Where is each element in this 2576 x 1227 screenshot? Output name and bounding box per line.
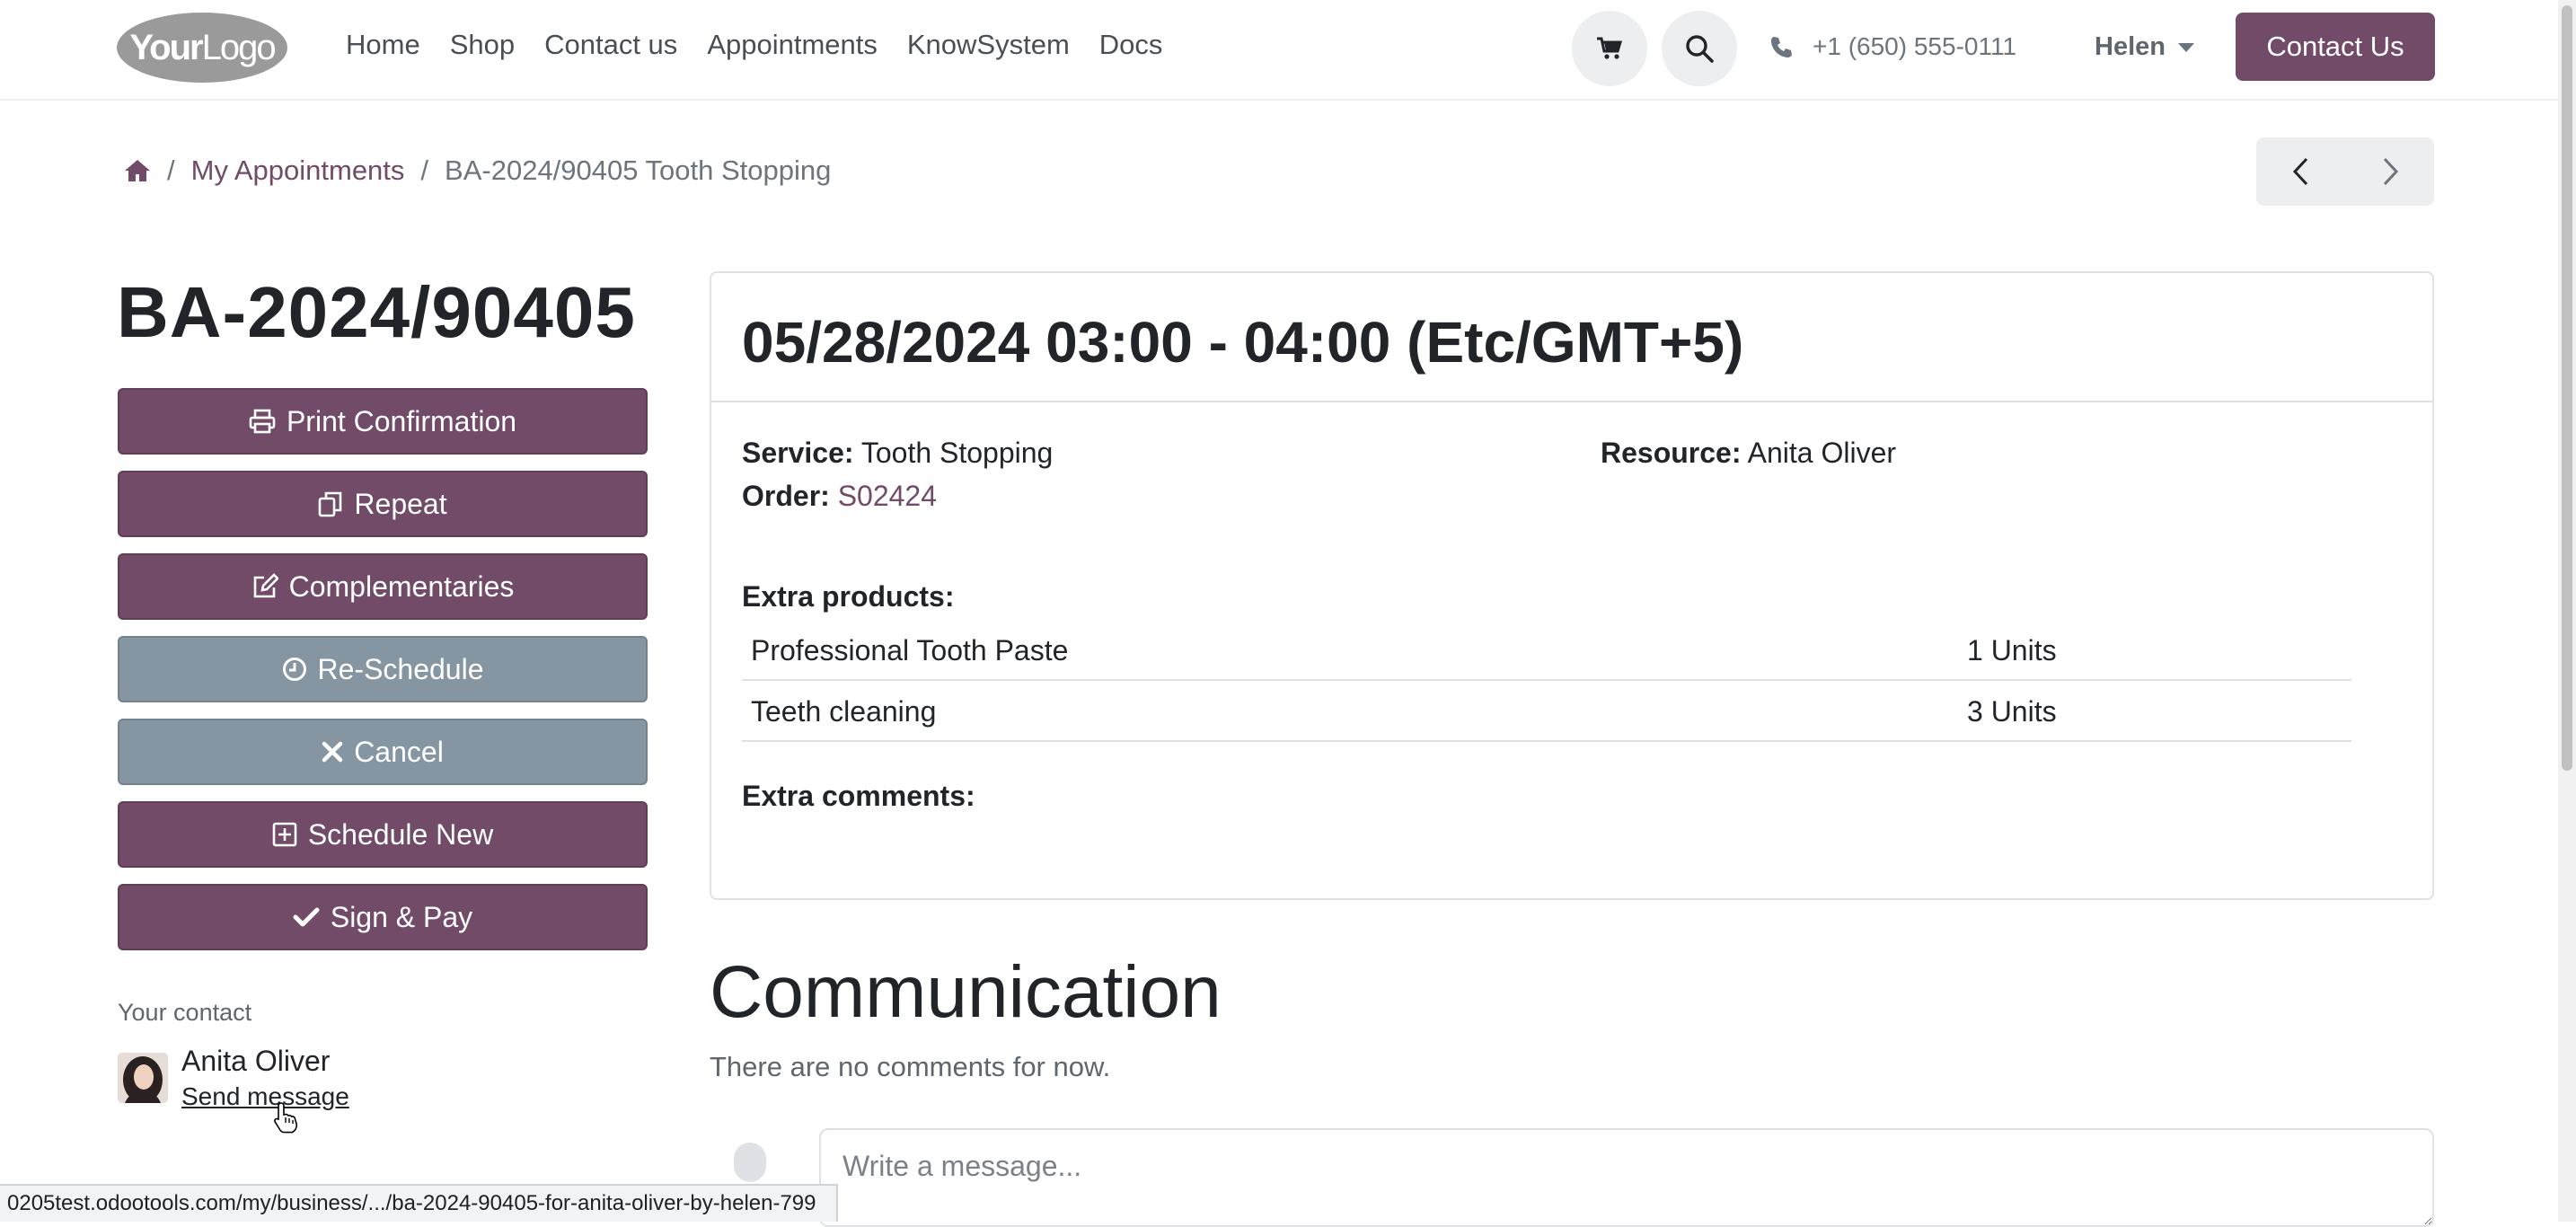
cancel-button[interactable]: Cancel [118,719,648,785]
contact-name: Anita Oliver [181,1045,331,1077]
product-name: Teeth cleaning [751,695,937,728]
schedule-new-button[interactable]: Schedule New [118,801,648,868]
print-icon [249,409,276,434]
user-avatar-placeholder [734,1143,766,1182]
sign-and-pay-button[interactable]: Sign & Pay [118,884,648,950]
nav-contact-us[interactable]: Contact us [544,29,677,61]
appointment-datetime: 05/28/2024 03:00 - 04:00 (Etc/GMT+5) [742,310,1744,375]
print-confirmation-button[interactable]: Print Confirmation [118,388,648,455]
edit-icon [253,573,278,598]
scrollbar-thumb[interactable] [2562,5,2572,771]
contact-us-button[interactable]: Contact Us [2236,13,2435,81]
phone-icon [1771,37,1792,57]
search-button[interactable] [1662,11,1737,86]
site-logo[interactable]: Your Logo [117,13,287,83]
service-field: Service: Tooth Stopping [742,437,1054,469]
breadcrumb-current: BA-2024/90405 Tooth Stopping [445,154,832,186]
extra-comments-heading: Extra comments: [742,780,975,812]
previous-record-button[interactable] [2256,137,2345,206]
product-quantity: 1 Units [1967,634,2057,666]
nav-shop[interactable]: Shop [450,29,515,61]
your-contact-label: Your contact [118,999,252,1026]
clock-icon [282,658,306,681]
close-icon [322,741,343,763]
breadcrumb-my-appointments[interactable]: My Appointments [191,154,405,187]
cart-icon [1597,37,1623,59]
hand-cursor-icon [274,1102,298,1134]
order-link[interactable]: S02424 [838,480,937,512]
nav-docs[interactable]: Docs [1099,29,1163,61]
link-status-bar: 0205test.odootools.com/my/business/.../b… [0,1184,838,1222]
extra-products-heading: Extra products: [742,580,955,613]
product-row: Professional Tooth Paste 1 Units [742,620,2351,681]
product-row: Teeth cleaning 3 Units [742,681,2351,742]
user-menu[interactable]: Helen [2095,32,2194,62]
card-header: 05/28/2024 03:00 - 04:00 (Etc/GMT+5) [711,273,2432,402]
repeat-button[interactable]: Repeat [118,471,648,537]
complementaries-button[interactable]: Complementaries [118,553,648,620]
chevron-right-icon [2383,157,2398,186]
send-message-link[interactable]: Send message [181,1082,349,1111]
resource-field: Resource: Anita Oliver [1601,437,1897,469]
reschedule-button[interactable]: Re-Schedule [118,636,648,702]
order-field: Order: S02424 [742,480,938,512]
chevron-left-icon [2292,157,2307,186]
communication-title: Communication [710,951,1222,1033]
product-name: Professional Tooth Paste [751,634,1069,666]
nav-knowsystem[interactable]: KnowSystem [907,29,1070,61]
record-pager [2256,137,2434,206]
appointment-details-card: 05/28/2024 03:00 - 04:00 (Etc/GMT+5) Ser… [710,271,2434,900]
nav-appointments[interactable]: Appointments [707,29,878,61]
message-input[interactable] [819,1128,2434,1227]
main-nav: Home Shop Contact us Appointments KnowSy… [346,29,1162,61]
caret-down-icon [2177,42,2194,52]
appointment-reference: BA-2024/90405 [117,272,636,352]
cart-button[interactable] [1572,11,1647,86]
check-icon [293,907,320,927]
phone-link[interactable]: +1 (650) 555-0111 [1769,32,2016,61]
next-record-button[interactable] [2345,137,2434,206]
nav-home[interactable]: Home [346,29,420,61]
plus-square-icon [272,822,297,847]
home-icon[interactable] [124,159,151,182]
page-scrollbar[interactable] [2558,0,2576,1222]
no-comments-text: There are no comments for now. [710,1051,1111,1082]
contact-avatar [118,1053,168,1103]
copy-icon [319,491,342,517]
breadcrumb: / My Appointments / BA-2024/90405 Tooth … [124,154,831,187]
search-icon [1686,35,1714,63]
site-header: Your Logo Home Shop Contact us Appointmen… [0,0,2558,101]
product-quantity: 3 Units [1967,695,2057,728]
